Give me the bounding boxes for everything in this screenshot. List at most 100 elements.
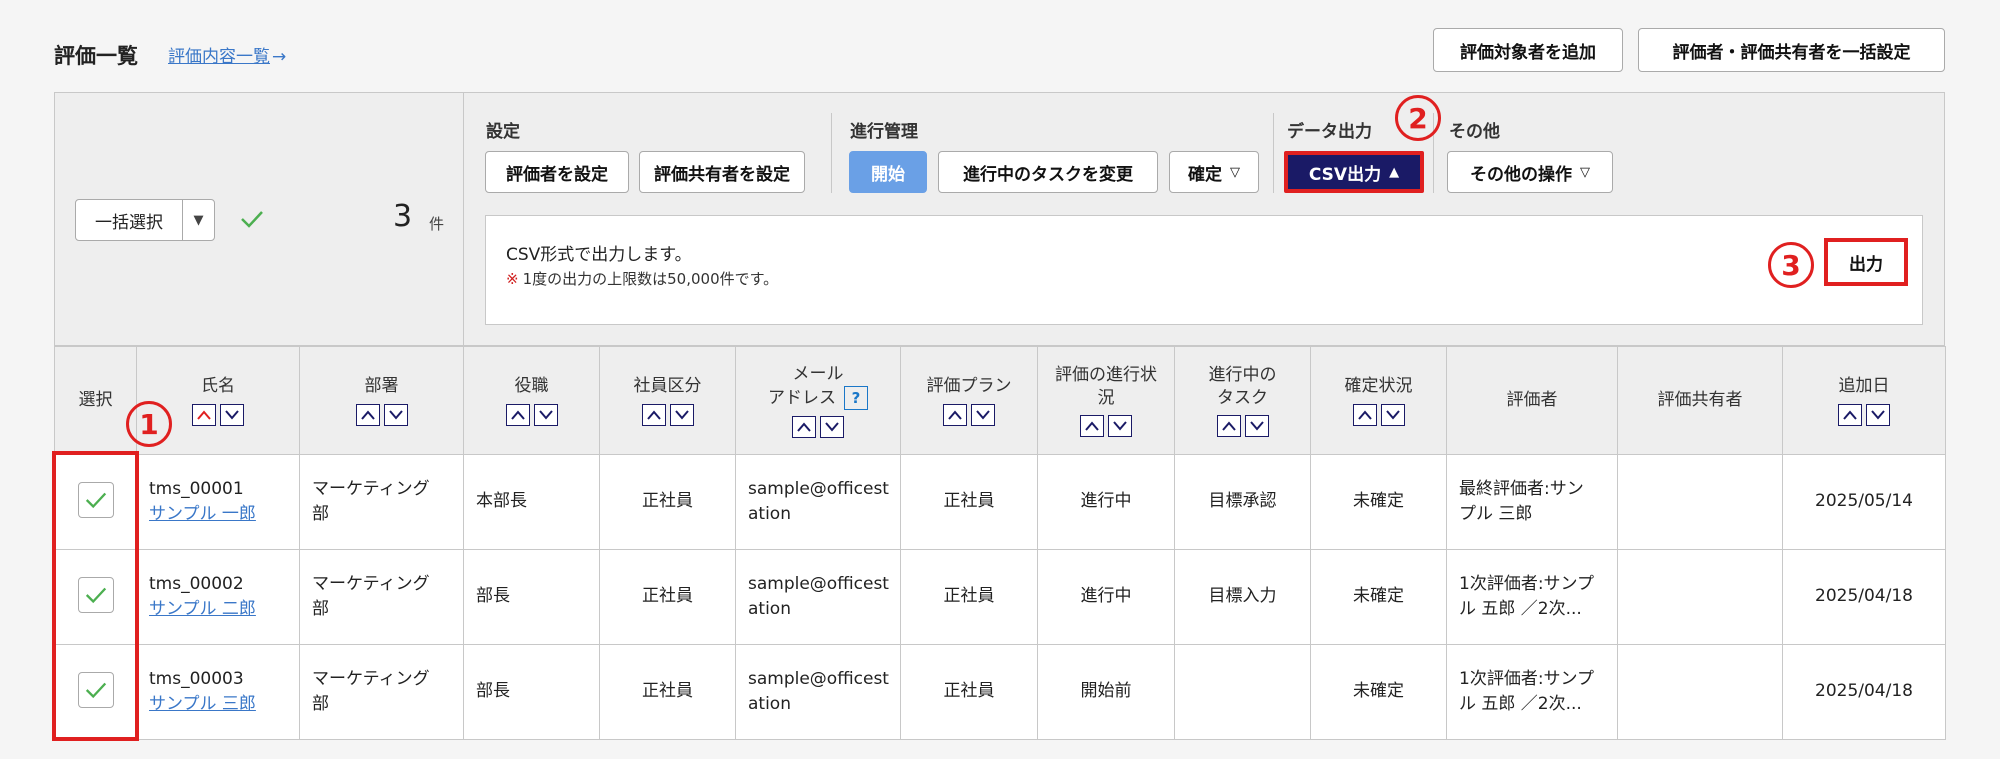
sort-asc-icon[interactable] bbox=[355, 403, 380, 426]
progress-cell: 開始前 bbox=[1037, 644, 1175, 740]
employee-name-link[interactable]: サンプル 三郎 bbox=[149, 692, 287, 718]
col-header-position: 役職 bbox=[463, 346, 600, 455]
confirm-cell: 未確定 bbox=[1310, 549, 1447, 645]
table-row: tms_00003 サンプル 三郎 マーケティング部 部長 正社員 sample@… bbox=[54, 644, 1946, 740]
set-sharer-button[interactable]: 評価共有者を設定 bbox=[639, 151, 805, 193]
bulk-select-label: 一括選択 bbox=[95, 212, 163, 233]
plan-cell: 正社員 bbox=[900, 454, 1038, 550]
set-evaluator-button[interactable]: 評価者を設定 bbox=[485, 151, 629, 193]
caret-down-icon[interactable]: ▼ bbox=[182, 200, 214, 240]
sort-asc-icon[interactable] bbox=[1838, 403, 1862, 426]
row-checkbox[interactable] bbox=[77, 482, 114, 519]
position-cell: 部長 bbox=[463, 644, 600, 740]
check-icon bbox=[85, 492, 106, 509]
col-header-evaluator: 評価者 bbox=[1446, 346, 1618, 455]
csv-info-box: CSV形式で出力します。 ※ 1度の出力の上限数は50,000件です。 出力 3 bbox=[485, 215, 1923, 325]
added-date-cell: 2025/04/18 bbox=[1782, 549, 1946, 645]
chevron-up-icon: ▲ bbox=[1389, 164, 1400, 180]
plan-cell: 正社員 bbox=[900, 549, 1038, 645]
csv-output-button[interactable]: CSV出力 ▲ bbox=[1284, 151, 1424, 193]
email-cell: sample@officest ation bbox=[735, 454, 901, 550]
row-select-cell bbox=[54, 644, 137, 740]
sort-desc-icon[interactable] bbox=[1380, 403, 1405, 426]
name-cell: tms_00002 サンプル 二郎 bbox=[136, 549, 300, 645]
row-select-cell bbox=[54, 549, 137, 645]
employee-id: tms_00003 bbox=[149, 668, 244, 689]
progress-cell: 進行中 bbox=[1037, 549, 1175, 645]
confirm-cell: 未確定 bbox=[1310, 644, 1447, 740]
sort-asc-icon[interactable] bbox=[943, 403, 967, 426]
check-icon bbox=[85, 682, 106, 699]
csv-output-label: CSV出力 bbox=[1308, 164, 1382, 185]
sort-desc-icon[interactable] bbox=[1866, 403, 1890, 426]
output-button[interactable]: 出力 bbox=[1824, 238, 1908, 286]
group-label-progress: 進行管理 bbox=[850, 122, 918, 142]
sort-desc-icon[interactable] bbox=[669, 403, 694, 426]
sort-desc-icon[interactable] bbox=[383, 403, 408, 426]
start-button[interactable]: 開始 bbox=[849, 151, 927, 193]
sort-desc-icon[interactable] bbox=[220, 403, 244, 426]
col-header-dept: 部署 bbox=[299, 346, 464, 455]
sort-asc-icon[interactable] bbox=[641, 403, 666, 426]
col-header-email: メール アドレス? bbox=[735, 346, 901, 455]
csv-limit-text: 1度の出力の上限数は50,000件です。 bbox=[522, 270, 779, 288]
col-header-confirm-status: 確定状況 bbox=[1310, 346, 1447, 455]
help-icon[interactable]: ? bbox=[844, 385, 868, 410]
page-title: 評価一覧 bbox=[54, 44, 138, 68]
task-cell bbox=[1174, 644, 1311, 740]
dept-cell: マーケティング部 bbox=[299, 549, 464, 645]
check-icon bbox=[85, 587, 106, 604]
col-header-emp-type: 社員区分 bbox=[599, 346, 736, 455]
csv-limit-note: ※ 1度の出力の上限数は50,000件です。 bbox=[506, 268, 778, 289]
task-cell: 目標承認 bbox=[1174, 454, 1311, 550]
annotation-1: 1 bbox=[126, 401, 172, 447]
employee-name-link[interactable]: サンプル 一郎 bbox=[149, 502, 287, 528]
emp-type-cell: 正社員 bbox=[599, 454, 736, 550]
sort-asc-icon[interactable] bbox=[1216, 415, 1241, 438]
annotation-3: 3 bbox=[1768, 242, 1814, 288]
eval-content-list-link[interactable]: 評価内容一覧 → bbox=[168, 42, 286, 67]
position-cell: 部長 bbox=[463, 549, 600, 645]
task-cell: 目標入力 bbox=[1174, 549, 1311, 645]
sort-asc-icon[interactable] bbox=[1080, 415, 1104, 438]
sort-asc-icon[interactable] bbox=[1352, 403, 1377, 426]
row-checkbox[interactable] bbox=[77, 672, 114, 709]
eval-content-list-link-label: 評価内容一覧 bbox=[168, 47, 270, 67]
other-operations-button[interactable]: その他の操作 ▽ bbox=[1447, 151, 1613, 193]
evaluator-cell: 1次評価者:サンプル 五郎 ／2次... bbox=[1446, 644, 1618, 740]
bulk-select-dropdown[interactable]: 一括選択 ▼ bbox=[75, 199, 215, 241]
change-task-button[interactable]: 進行中のタスクを変更 bbox=[938, 151, 1158, 193]
dept-cell: マーケティング部 bbox=[299, 454, 464, 550]
added-date-cell: 2025/05/14 bbox=[1782, 454, 1946, 550]
sort-desc-icon[interactable] bbox=[1108, 415, 1132, 438]
sharer-cell bbox=[1617, 644, 1783, 740]
added-date-cell: 2025/04/18 bbox=[1782, 644, 1946, 740]
col-header-select: 選択 bbox=[54, 346, 137, 455]
sort-asc-icon[interactable] bbox=[505, 403, 530, 426]
col-header-sharer: 評価共有者 bbox=[1617, 346, 1783, 455]
col-header-added: 追加日 bbox=[1782, 346, 1946, 455]
sort-desc-icon[interactable] bbox=[533, 403, 558, 426]
evaluator-cell: 1次評価者:サンプル 五郎 ／2次... bbox=[1446, 549, 1618, 645]
row-checkbox[interactable] bbox=[77, 577, 114, 614]
employee-name-link[interactable]: サンプル 二郎 bbox=[149, 597, 287, 623]
col-header-plan: 評価プラン bbox=[900, 346, 1038, 455]
evaluation-table: 選択 氏名 部署 役職 社員区分 メール アドレス? 評価プラン 評価の進行状況 … bbox=[54, 346, 1946, 740]
bulk-set-evaluators-button[interactable]: 評価者・評価共有者を一括設定 bbox=[1638, 28, 1945, 72]
other-operations-label: その他の操作 bbox=[1470, 164, 1572, 185]
sort-desc-icon[interactable] bbox=[1244, 415, 1269, 438]
annotation-2: 2 bbox=[1395, 95, 1441, 141]
confirm-label: 確定 bbox=[1188, 164, 1222, 185]
sort-desc-icon[interactable] bbox=[820, 415, 844, 438]
confirm-dropdown-button[interactable]: 確定 ▽ bbox=[1169, 151, 1259, 193]
dept-cell: マーケティング部 bbox=[299, 644, 464, 740]
table-row: tms_00001 サンプル 一郎 マーケティング部 本部長 正社員 sample… bbox=[54, 454, 1946, 550]
sort-desc-icon[interactable] bbox=[971, 403, 995, 426]
position-cell: 本部長 bbox=[463, 454, 600, 550]
sort-asc-icon[interactable] bbox=[792, 415, 816, 438]
divider bbox=[1273, 113, 1274, 193]
email-cell: sample@officest ation bbox=[735, 549, 901, 645]
sort-asc-icon[interactable] bbox=[192, 403, 216, 426]
table-row: tms_00002 サンプル 二郎 マーケティング部 部長 正社員 sample@… bbox=[54, 549, 1946, 645]
add-evaluatee-button[interactable]: 評価対象者を追加 bbox=[1433, 28, 1623, 72]
